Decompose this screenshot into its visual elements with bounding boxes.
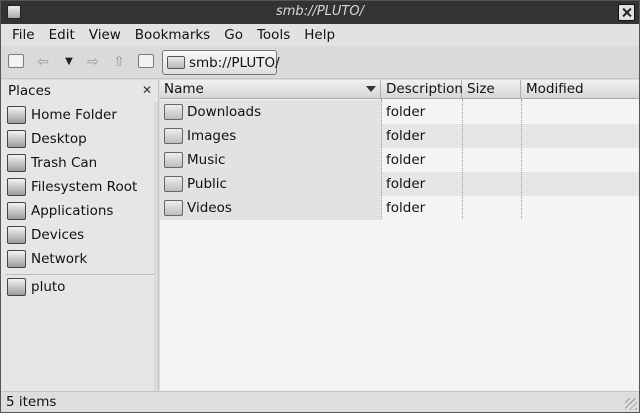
menu-bar: File Edit View Bookmarks Go Tools Help [1,24,639,46]
sidebar-scrollbar[interactable] [154,102,158,391]
file-manager-window: smb://PLUTO/ File Edit View Bookmarks Go… [0,0,640,413]
sidebar-item-devices[interactable]: Devices [1,223,158,247]
menu-edit[interactable]: Edit [42,27,82,43]
network-drive-icon [167,56,185,69]
name-cell: Music [160,148,381,172]
sidebar-item-label: Filesystem Root [31,179,138,195]
applications-icon [7,202,26,220]
table-row[interactable]: Public folder [160,172,639,196]
close-pane-icon[interactable]: ✕ [142,83,152,97]
path-button-label: smb://PLUTO/ [189,55,280,71]
column-header-modified[interactable]: Modified [522,80,639,99]
column-header-label: Modified [526,81,584,97]
desktop-icon [7,130,26,148]
file-name: Public [187,176,227,192]
network-folder-icon [164,128,183,144]
sidebar-item-label: Network [31,251,88,267]
sidebar-item-filesystem-root[interactable]: Filesystem Root [1,175,158,199]
table-row[interactable]: Images folder [160,124,639,148]
forward-arrow-icon: ⇨ [87,54,99,70]
trash-icon [7,154,26,172]
file-name: Music [187,152,226,168]
up-arrow-icon: ⇧ [113,54,125,70]
menu-bookmarks[interactable]: Bookmarks [128,27,217,43]
sidebar-item-label: Applications [31,203,114,219]
network-folder-icon [164,104,183,120]
places-pane: Places ✕ Home Folder Desktop Trash Can F… [1,80,159,391]
back-button[interactable]: ⇦ [35,54,51,70]
menu-file[interactable]: File [5,27,42,43]
devices-icon [7,226,26,244]
sidebar-item-network[interactable]: Network [1,247,158,271]
name-cell: Public [160,172,381,196]
status-text: 5 items [6,394,57,410]
network-icon [7,250,26,268]
sidebar-item-label: Trash Can [31,155,98,171]
file-description: folder [386,176,426,192]
status-bar: 5 items [1,391,639,412]
column-header-label: Description [386,81,463,97]
up-button[interactable]: ⇧ [111,54,127,70]
back-arrow-icon: ⇦ [37,54,49,70]
column-header-description[interactable]: Description [382,80,463,99]
file-name: Images [187,128,237,144]
chevron-down-icon: ▼ [65,56,73,67]
name-cell: Videos [160,196,381,220]
sidebar-item-label: pluto [31,279,66,295]
home-icon [138,54,154,68]
sort-descending-icon [366,86,376,92]
home-button[interactable] [138,54,154,70]
column-header-name[interactable]: Name [160,80,381,99]
file-name: Downloads [187,104,262,120]
sidebar-item-label: Desktop [31,131,87,147]
places-header: Places ✕ [1,80,158,102]
file-list: Name Description Size Modified Downloads… [160,80,639,391]
forward-button[interactable]: ⇨ [85,54,101,70]
column-header-label: Size [467,81,495,97]
sidebar-item-pluto[interactable]: pluto [1,275,158,299]
network-folder-icon [164,176,183,192]
sidebar-item-label: Devices [31,227,85,243]
filesystem-icon [7,178,26,196]
file-description: folder [386,128,426,144]
column-divider [521,99,522,219]
resize-grip-icon[interactable] [625,398,637,410]
column-divider [462,99,463,219]
menu-view[interactable]: View [82,27,128,43]
sidebar-item-label: Home Folder [31,107,117,123]
menu-tools[interactable]: Tools [250,27,297,43]
column-header-size[interactable]: Size [463,80,521,99]
network-folder-icon [164,152,183,168]
file-description: folder [386,152,426,168]
back-history-dropdown[interactable]: ▼ [61,54,77,70]
sidebar-item-trash-can[interactable]: Trash Can [1,151,158,175]
home-folder-icon [7,106,26,124]
window-title: smb://PLUTO/ [276,4,364,19]
sidebar-item-applications[interactable]: Applications [1,199,158,223]
name-cell: Images [160,124,381,148]
column-header-label: Name [164,81,204,97]
table-row[interactable]: Downloads folder [160,100,639,124]
new-window-button[interactable] [8,54,24,70]
new-window-icon [8,54,24,68]
title-bar: smb://PLUTO/ [1,1,639,24]
file-description: folder [386,200,426,216]
column-divider [381,99,382,219]
places-title: Places [8,83,51,99]
file-description: folder [386,104,426,120]
sidebar-item-home-folder[interactable]: Home Folder [1,103,158,127]
table-row[interactable]: Music folder [160,148,639,172]
name-cell: Downloads [160,100,381,124]
column-headers: Name Description Size Modified [160,80,639,99]
toolbar: ⇦ ▼ ⇨ ⇧ smb://PLUTO/ [1,46,639,79]
network-share-icon [7,278,26,296]
sidebar-item-desktop[interactable]: Desktop [1,127,158,151]
close-window-button[interactable] [618,4,635,21]
table-row[interactable]: Videos folder [160,196,639,220]
menu-go[interactable]: Go [217,27,250,43]
file-name: Videos [187,200,232,216]
path-button-smb-pluto[interactable]: smb://PLUTO/ [162,50,280,75]
menu-help[interactable]: Help [297,27,342,43]
network-folder-icon [164,200,183,216]
